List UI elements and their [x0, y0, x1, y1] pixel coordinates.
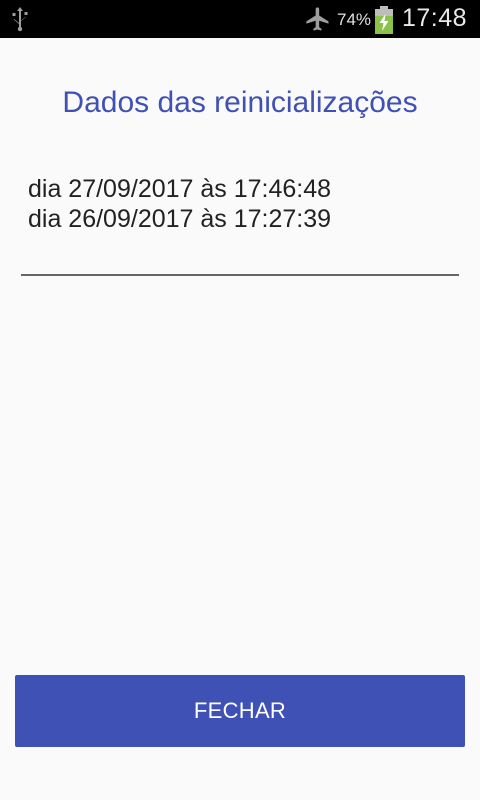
- status-bar: 74% 17:48: [0, 0, 480, 38]
- battery-charging-icon: [375, 6, 393, 34]
- usb-icon: [12, 7, 28, 32]
- list-item: dia 27/09/2017 às 17:46:48: [28, 175, 332, 203]
- divider: [21, 274, 459, 276]
- list-item: dia 26/09/2017 às 17:27:39: [28, 205, 332, 233]
- close-button[interactable]: FECHAR: [15, 675, 465, 747]
- airplane-mode-icon: [306, 7, 329, 31]
- status-clock: 17:48: [402, 4, 468, 32]
- page-title: Dados das reinicializações: [62, 86, 418, 119]
- battery-percentage: 74%: [337, 10, 372, 29]
- reboot-list: dia 27/09/2017 às 17:46:48 dia 26/09/201…: [28, 174, 331, 234]
